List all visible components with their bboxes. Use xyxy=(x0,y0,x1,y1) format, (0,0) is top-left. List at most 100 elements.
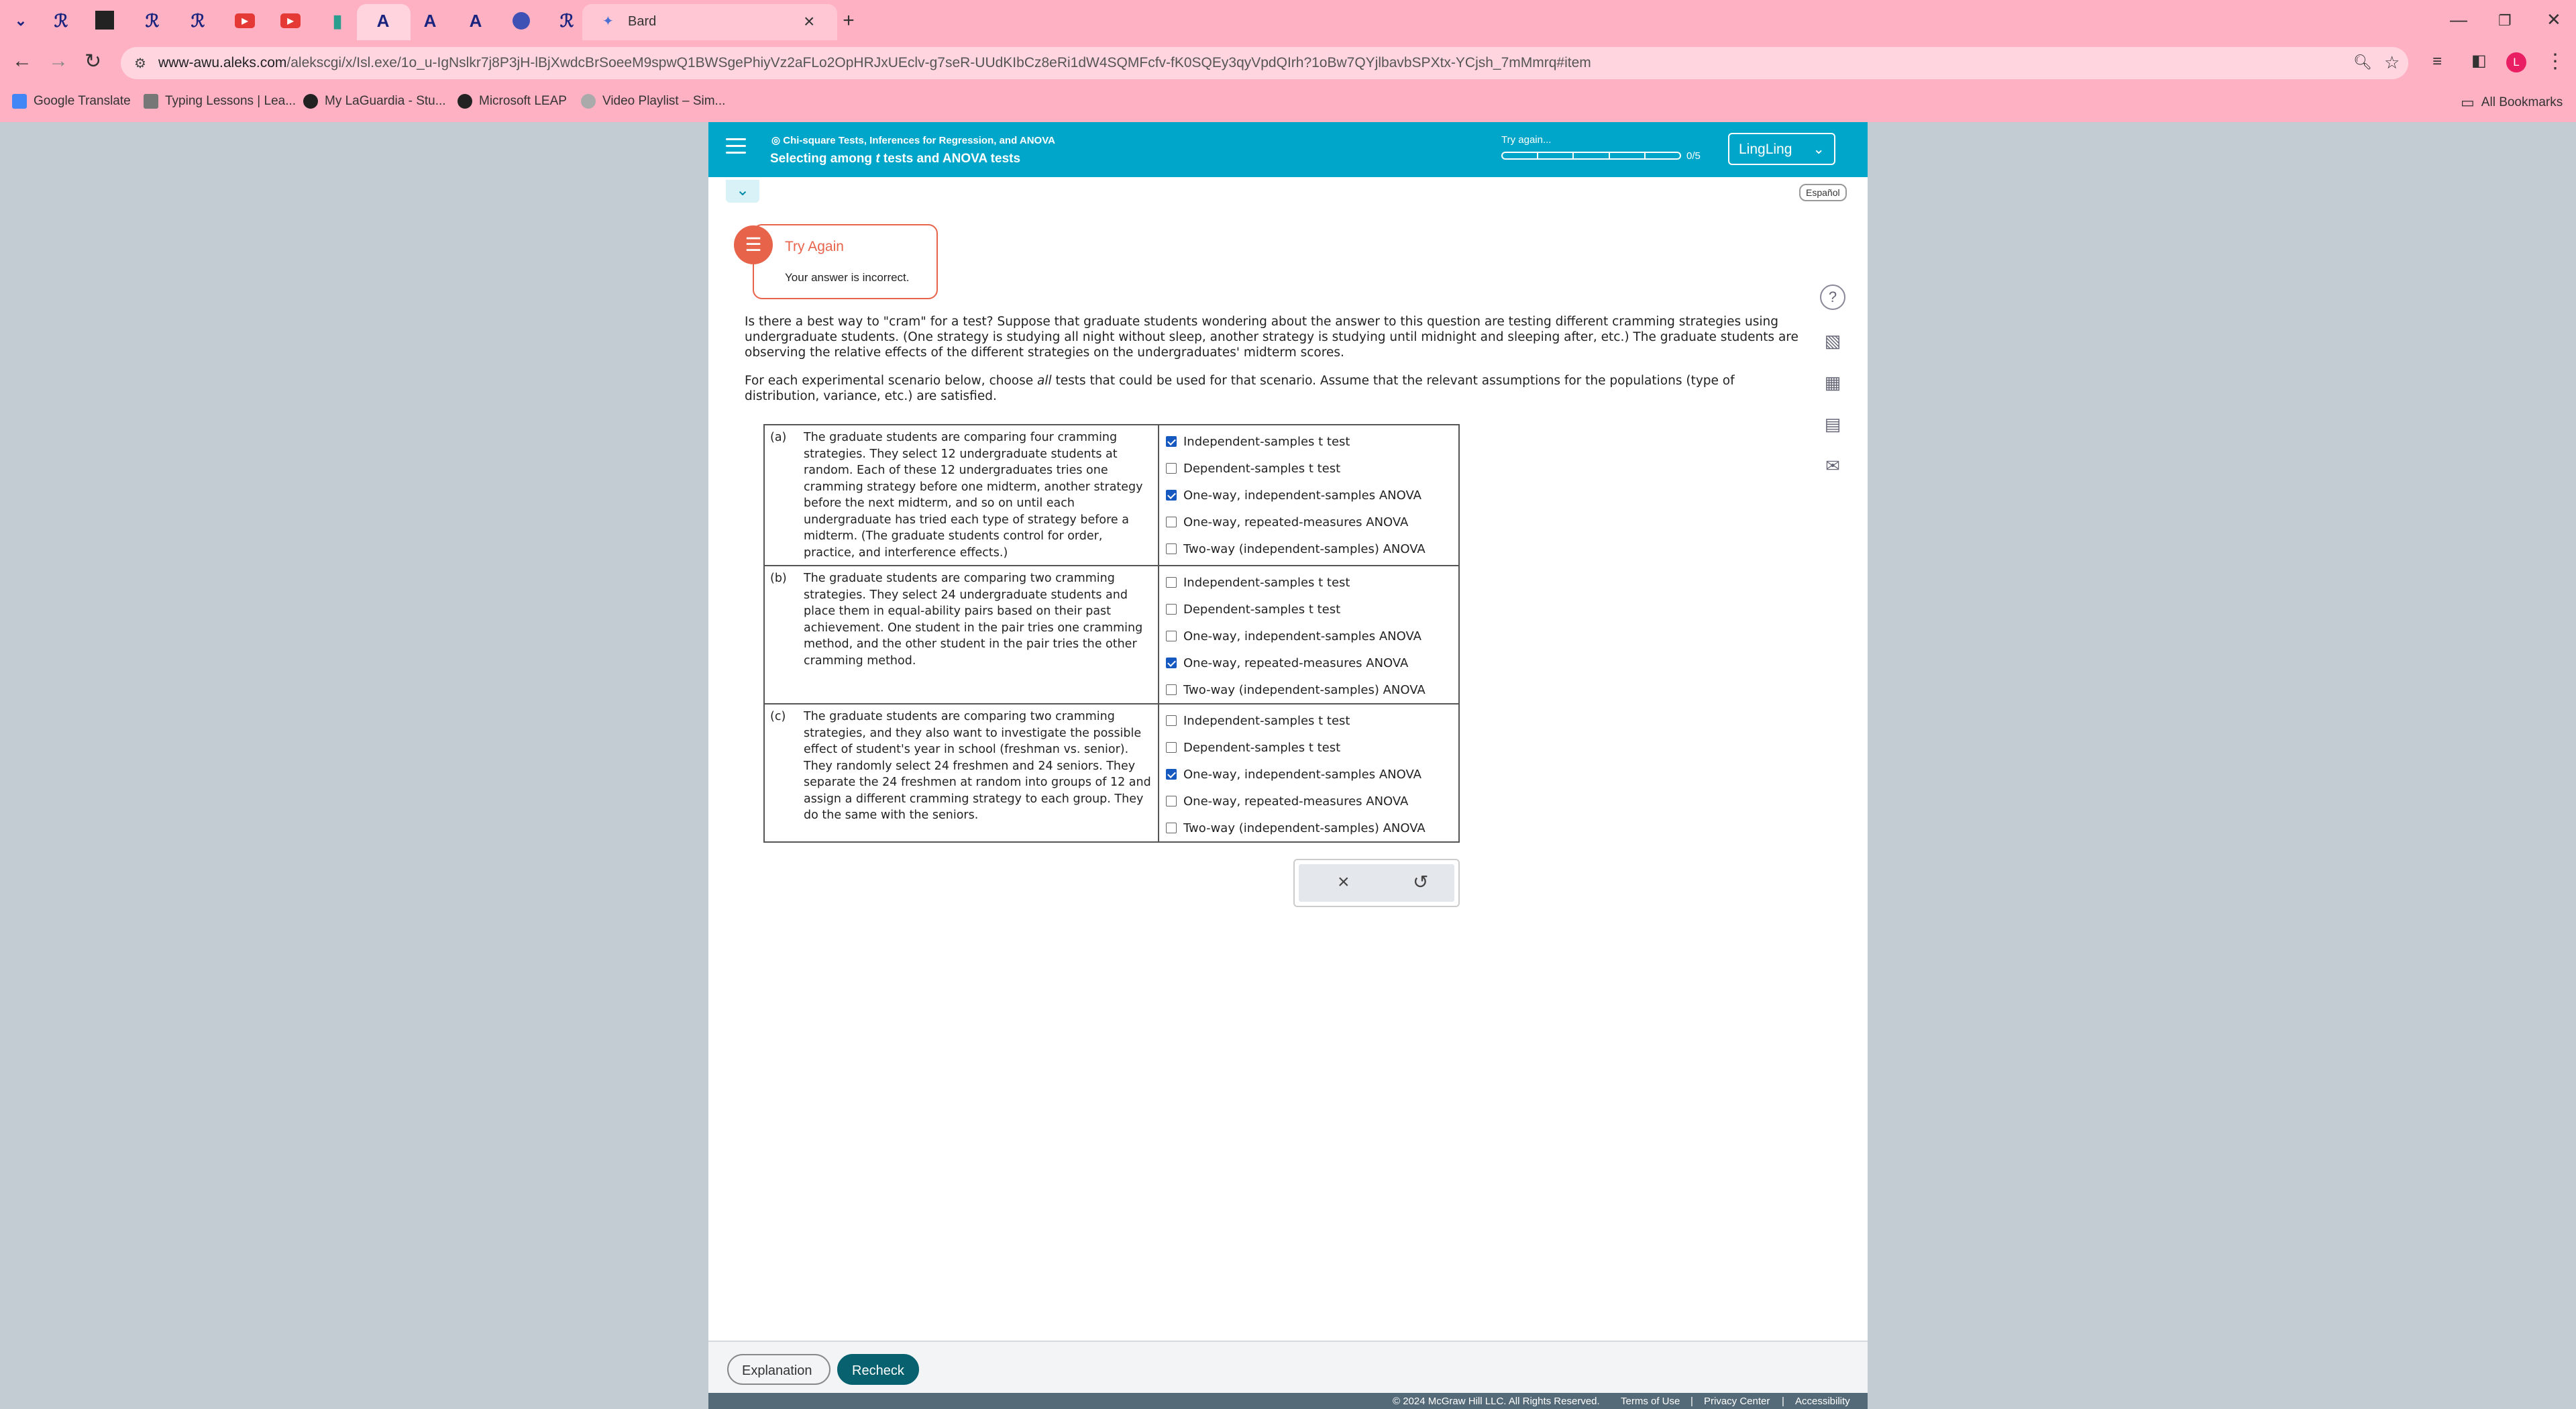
checkbox[interactable] xyxy=(1166,577,1177,588)
youtube-icon[interactable]: ▶ xyxy=(235,13,255,28)
aleks-icon[interactable]: A xyxy=(464,9,487,32)
test-option[interactable]: One-way, repeated-measures ANOVA xyxy=(1166,509,1458,535)
page-title: Selecting among t tests and ANOVA tests xyxy=(770,152,1020,166)
tab-favicon-rv[interactable]: ℛ xyxy=(186,9,209,32)
bookmark-item[interactable]: Google Translate xyxy=(12,94,131,109)
all-bookmarks[interactable]: ▭ All Bookmarks xyxy=(2461,94,2563,111)
sidepanel-icon[interactable]: ◧ xyxy=(2471,51,2487,70)
tab-list-icon[interactable]: ⌄ xyxy=(9,9,32,32)
checkbox[interactable] xyxy=(1166,742,1177,753)
restore-icon[interactable]: ❐ xyxy=(2498,12,2512,30)
test-option[interactable]: Dependent-samples t test xyxy=(1166,734,1458,761)
feedback-icon: ☰ xyxy=(734,225,773,264)
bookmark-item[interactable]: My LaGuardia - Stu... xyxy=(303,94,446,109)
menu-icon[interactable] xyxy=(726,138,746,154)
checkbox[interactable] xyxy=(1166,684,1177,695)
test-option[interactable]: Two-way (independent-samples) ANOVA xyxy=(1166,676,1458,703)
translate-icon xyxy=(12,94,27,109)
aleks-icon[interactable]: A xyxy=(372,9,394,32)
test-option[interactable]: Two-way (independent-samples) ANOVA xyxy=(1166,815,1458,841)
undo-button[interactable]: ↺ xyxy=(1413,871,1428,893)
test-option[interactable]: Dependent-samples t test xyxy=(1166,596,1458,623)
minimize-icon[interactable]: — xyxy=(2450,9,2467,30)
media-icon[interactable]: ≡ xyxy=(2432,52,2442,71)
option-label: Independent-samples t test xyxy=(1183,434,1350,449)
bookmark-label: Microsoft LEAP xyxy=(479,94,567,108)
aleks-icon[interactable]: A xyxy=(419,9,441,32)
test-option[interactable]: Independent-samples t test xyxy=(1166,428,1458,455)
no-calculator-icon[interactable]: ▧ xyxy=(1818,326,1847,356)
tab-bard[interactable]: ✦ Bard × xyxy=(582,4,837,40)
test-option[interactable]: One-way, repeated-measures ANOVA xyxy=(1166,788,1458,815)
aleks-page: ◎ Chi-square Tests, Inferences for Regre… xyxy=(708,122,1868,1409)
site-info-icon[interactable]: ⚙ xyxy=(134,55,146,72)
checkbox[interactable] xyxy=(1166,543,1177,554)
topic-header: ◎ Chi-square Tests, Inferences for Regre… xyxy=(708,122,1868,177)
zoom-icon[interactable]: 🔍︎ xyxy=(2353,54,2372,71)
checkbox-checked[interactable] xyxy=(1166,769,1177,780)
notes-icon[interactable]: ▤ xyxy=(1818,409,1847,439)
test-options: Independent-samples t test Dependent-samp… xyxy=(1159,425,1458,565)
tab-favicon-rv[interactable]: ℛ xyxy=(555,9,578,32)
new-tab-icon[interactable]: + xyxy=(837,9,860,32)
checkbox[interactable] xyxy=(1166,604,1177,615)
checkbox-checked[interactable] xyxy=(1166,658,1177,668)
collapse-toggle[interactable]: ⌄ xyxy=(726,180,759,203)
accessibility-link[interactable]: Accessibility xyxy=(1795,1396,1850,1407)
question-intro: Is there a best way to "cram" for a test… xyxy=(745,315,1799,360)
profile-avatar[interactable]: L xyxy=(2506,52,2526,72)
close-tab-icon[interactable]: × xyxy=(804,11,814,32)
test-option[interactable]: Independent-samples t test xyxy=(1166,707,1458,734)
close-window-icon[interactable]: ✕ xyxy=(2546,9,2561,30)
forward-icon[interactable]: → xyxy=(48,50,68,72)
address-bar[interactable]: ⚙ www-awu.aleks.com/alekscgi/x/Isl.exe/1… xyxy=(121,47,2408,79)
test-option[interactable]: One-way, repeated-measures ANOVA xyxy=(1166,649,1458,676)
scenario-row: (b) The graduate students are comparing t… xyxy=(765,566,1458,704)
test-option[interactable]: One-way, independent-samples ANOVA xyxy=(1166,623,1458,649)
youtube-icon[interactable]: ▶ xyxy=(280,13,301,28)
scenario-text: The graduate students are comparing two … xyxy=(804,710,1151,822)
privacy-link[interactable]: Privacy Center xyxy=(1704,1396,1770,1407)
tab-favicon-blue[interactable] xyxy=(513,12,530,30)
bookmark-item[interactable]: Microsoft LEAP xyxy=(458,94,567,109)
checkbox[interactable] xyxy=(1166,631,1177,641)
url-path: /alekscgi/x/Isl.exe/1o_u-IgNslkr7j8P3jH-… xyxy=(286,55,1591,70)
option-label: One-way, independent-samples ANOVA xyxy=(1183,629,1421,643)
checkbox[interactable] xyxy=(1166,463,1177,474)
option-label: Independent-samples t test xyxy=(1183,575,1350,590)
calculator-icon[interactable]: ▦ xyxy=(1818,368,1847,397)
bookmark-item[interactable]: Typing Lessons | Lea... xyxy=(144,94,296,109)
reload-icon[interactable]: ↻ xyxy=(85,50,101,73)
checkbox-checked[interactable] xyxy=(1166,436,1177,447)
topic-label: ◎ Chi-square Tests, Inferences for Regre… xyxy=(771,135,1055,146)
bookmark-star-icon[interactable]: ☆ xyxy=(2384,52,2400,73)
explanation-button[interactable]: Explanation xyxy=(727,1354,830,1385)
user-menu[interactable]: LingLing ⌄ xyxy=(1728,133,1835,165)
tab-favicon-teal[interactable]: ▮ xyxy=(326,9,349,32)
test-option[interactable]: Independent-samples t test xyxy=(1166,569,1458,596)
tab-favicon-dark[interactable] xyxy=(95,11,114,30)
clear-button[interactable]: × xyxy=(1338,871,1350,894)
folder-icon: ▭ xyxy=(2461,94,2475,111)
checkbox-checked[interactable] xyxy=(1166,490,1177,501)
bookmark-item[interactable]: Video Playlist – Sim... xyxy=(581,94,725,109)
bookmark-label: My LaGuardia - Stu... xyxy=(325,94,446,108)
checkbox[interactable] xyxy=(1166,517,1177,527)
back-icon[interactable]: ← xyxy=(12,50,32,72)
test-option[interactable]: Dependent-samples t test xyxy=(1166,455,1458,482)
checkbox[interactable] xyxy=(1166,715,1177,726)
test-option[interactable]: Two-way (independent-samples) ANOVA xyxy=(1166,535,1458,562)
test-option[interactable]: One-way, independent-samples ANOVA xyxy=(1166,761,1458,788)
test-option[interactable]: One-way, independent-samples ANOVA xyxy=(1166,482,1458,509)
language-button[interactable]: Español xyxy=(1799,184,1847,201)
browser-menu-icon[interactable]: ⋮ xyxy=(2545,50,2565,73)
tab-favicon-rv[interactable]: ℛ xyxy=(50,9,72,32)
checkbox[interactable] xyxy=(1166,823,1177,833)
checkbox[interactable] xyxy=(1166,796,1177,806)
mail-icon[interactable]: ✉ xyxy=(1818,451,1847,480)
footer-separator: | xyxy=(1782,1396,1784,1407)
help-icon[interactable]: ? xyxy=(1820,284,1845,310)
tab-favicon-rv[interactable]: ℛ xyxy=(141,9,164,32)
terms-link[interactable]: Terms of Use xyxy=(1621,1396,1680,1407)
recheck-button[interactable]: Recheck xyxy=(837,1354,919,1385)
